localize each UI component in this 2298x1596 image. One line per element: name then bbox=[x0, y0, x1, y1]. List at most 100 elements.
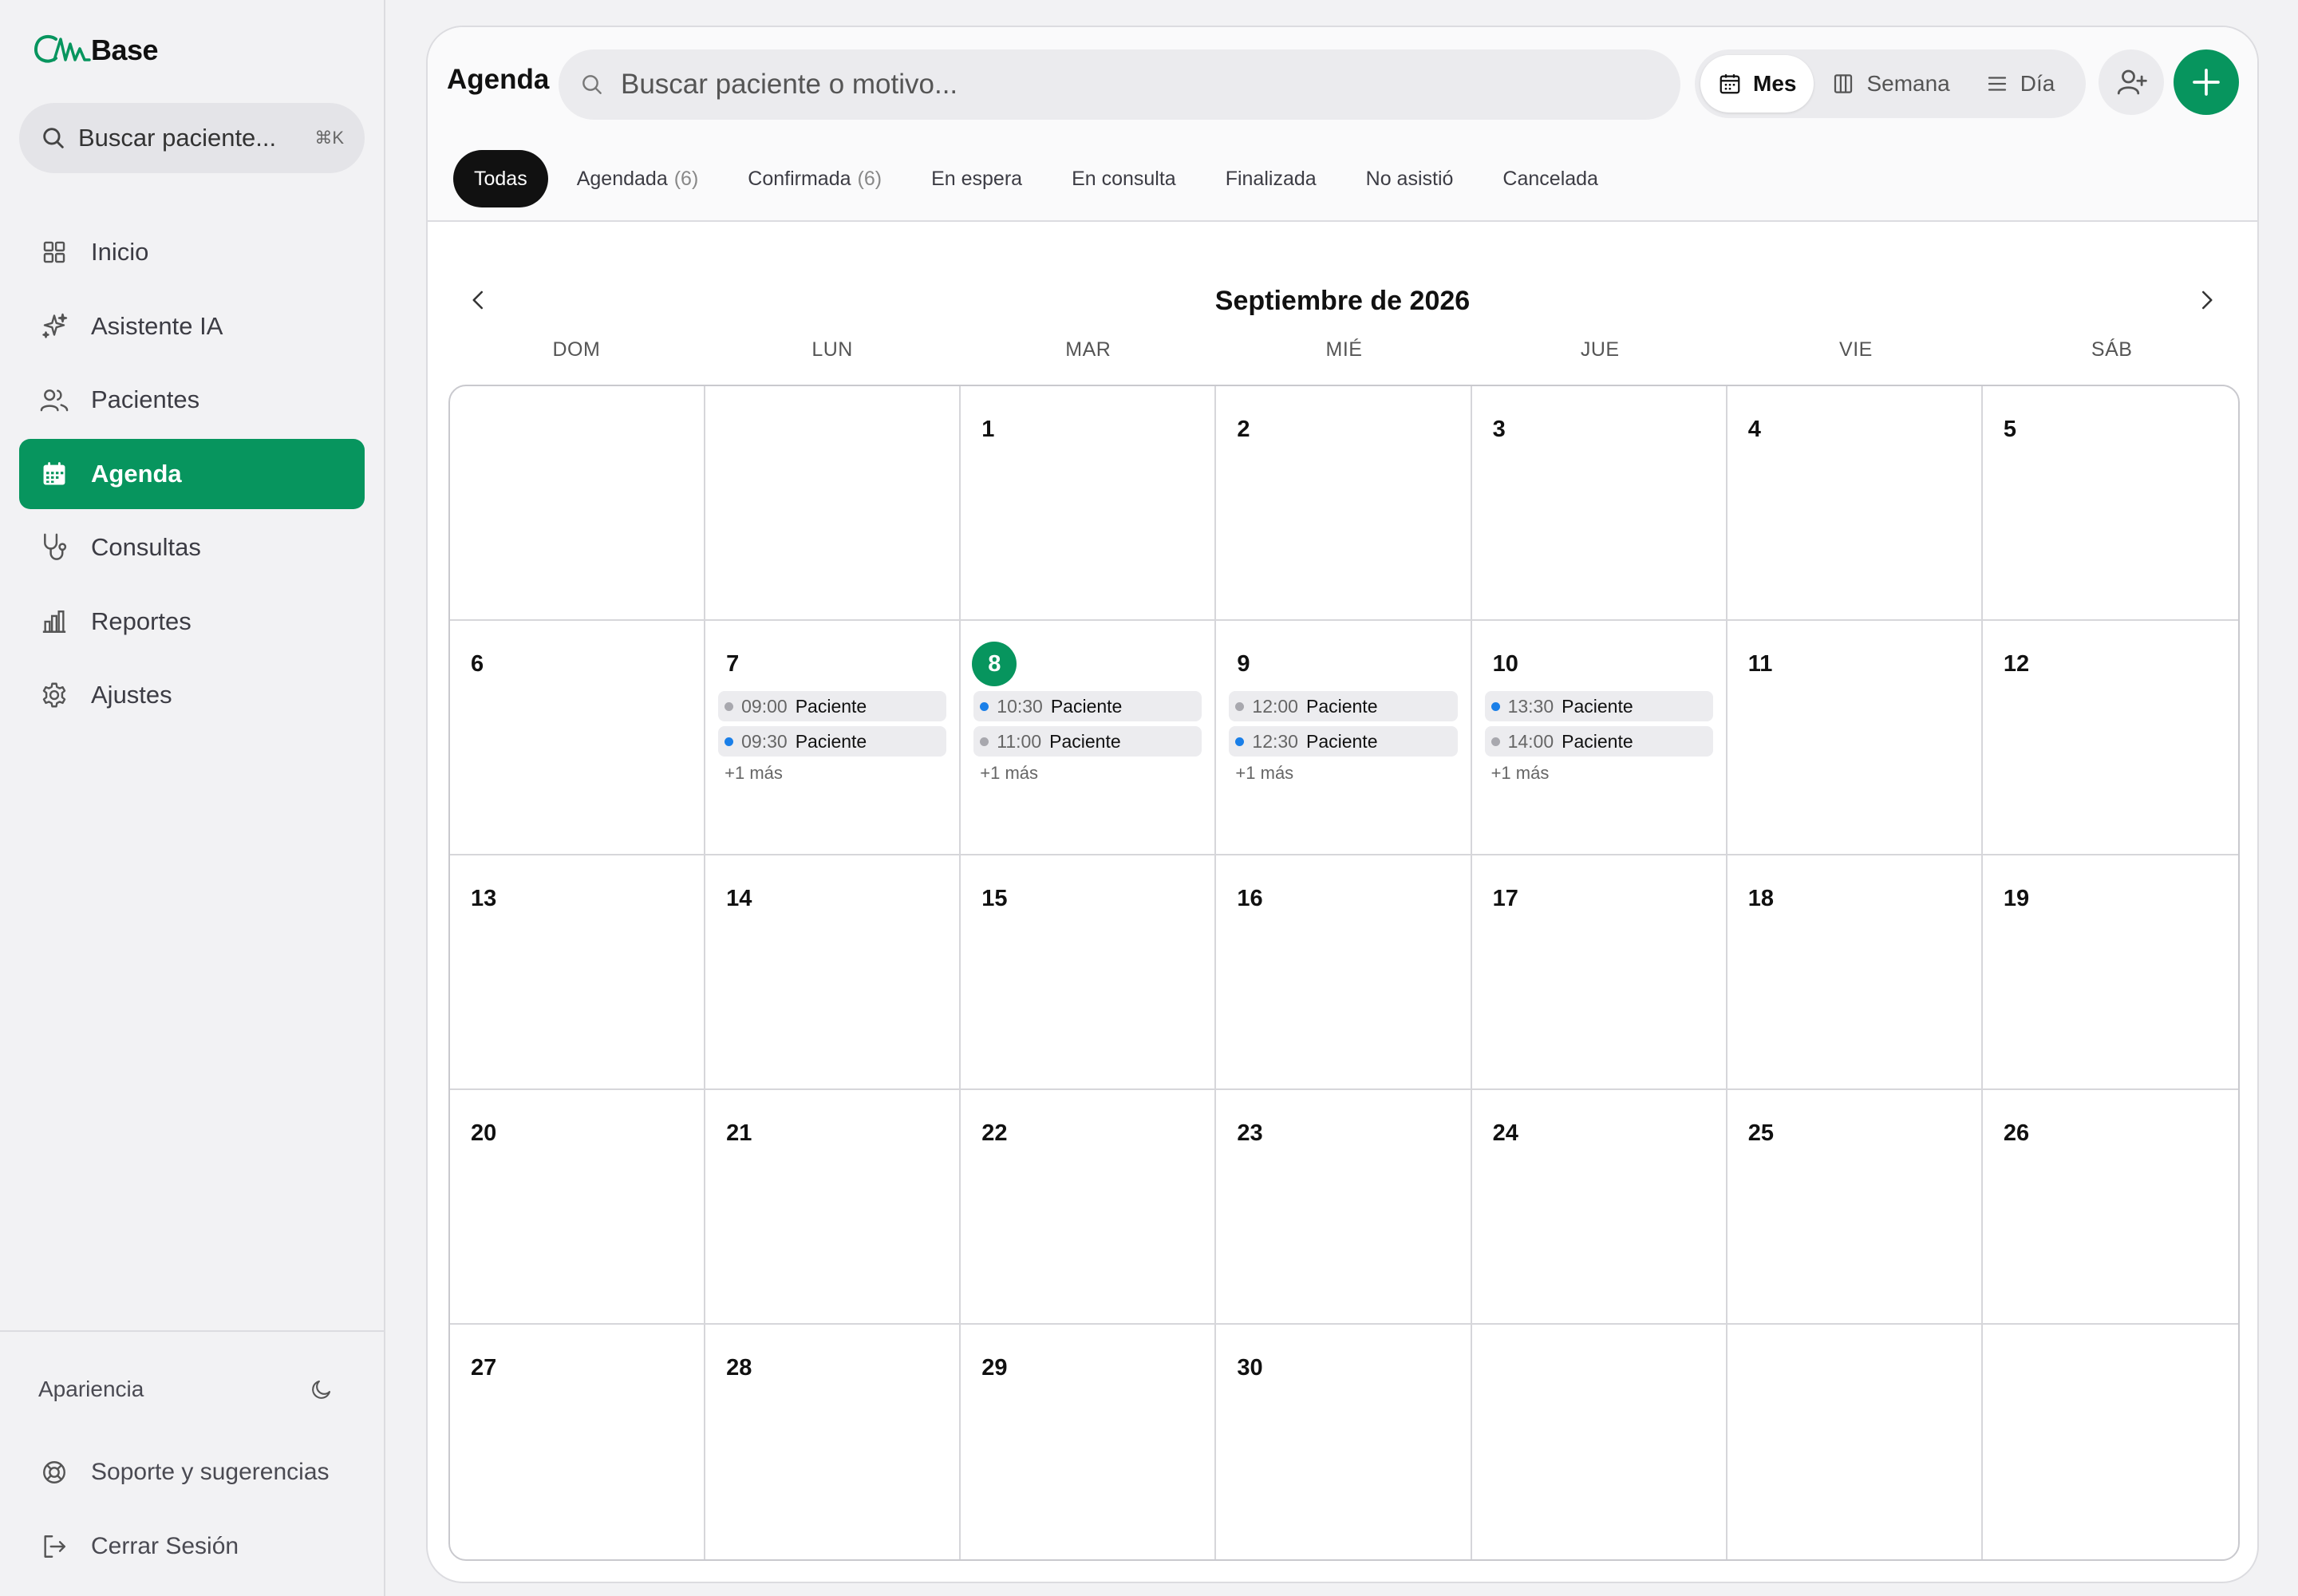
day-cell[interactable]: 8 10:30 Paciente 11:00 Paciente +1 más bbox=[961, 621, 1217, 855]
day-cell[interactable]: 27 bbox=[450, 1325, 706, 1559]
day-cell[interactable]: 24 bbox=[1471, 1090, 1727, 1325]
app-logo[interactable]: Base bbox=[32, 30, 159, 70]
day-cell[interactable]: 20 bbox=[450, 1090, 706, 1325]
day-cell[interactable]: 17 bbox=[1471, 855, 1727, 1090]
sidebar-item-label: Asistente IA bbox=[91, 311, 223, 340]
weekday-label: VIE bbox=[1839, 338, 1873, 361]
weekday-label: MIÉ bbox=[1325, 338, 1363, 361]
appointment-chip[interactable]: 14:00 Paciente bbox=[1484, 726, 1713, 757]
day-number-text: 29 bbox=[981, 1354, 1008, 1381]
day-cell[interactable]: 16 bbox=[1216, 855, 1472, 1090]
agenda-search-input[interactable] bbox=[621, 69, 1658, 101]
sidebar-item-agenda[interactable]: Agenda bbox=[19, 438, 365, 509]
day-cell[interactable]: 22 bbox=[961, 1090, 1217, 1325]
sidebar-item-consultas[interactable]: Consultas bbox=[19, 512, 365, 583]
filter-label: En espera bbox=[931, 167, 1023, 190]
day-cell[interactable]: 9 12:00 Paciente 12:30 Paciente +1 más bbox=[1216, 621, 1472, 855]
day-number-text: 11 bbox=[1747, 650, 1773, 677]
next-month-button[interactable] bbox=[2190, 284, 2222, 316]
appointment-patient: Paciente bbox=[1305, 730, 1378, 752]
appointment-time: 09:30 bbox=[741, 730, 788, 752]
moon-icon[interactable] bbox=[310, 1377, 334, 1401]
sidebar-item-inicio[interactable]: Inicio bbox=[19, 217, 365, 287]
day-cell[interactable]: 7 09:00 Paciente 09:30 Paciente +1 más bbox=[705, 621, 961, 855]
day-number: 9 bbox=[1229, 642, 1457, 686]
day-number-text: 8 bbox=[972, 642, 1017, 686]
appointment-patient: Paciente bbox=[1562, 695, 1633, 717]
day-number-text: 5 bbox=[2003, 416, 2016, 442]
filter-en-consulta[interactable]: En consulta bbox=[1051, 150, 1197, 207]
day-cell[interactable]: 14 bbox=[705, 855, 961, 1090]
columns-icon bbox=[1834, 74, 1853, 93]
day-cell[interactable]: 15 bbox=[961, 855, 1217, 1090]
day-cell[interactable]: 10 13:30 Paciente 14:00 Paciente +1 más bbox=[1471, 621, 1727, 855]
filter-agendada[interactable]: Agendada (6) bbox=[556, 150, 720, 207]
day-cell[interactable]: 11 bbox=[1727, 621, 1983, 855]
day-cell[interactable]: 4 bbox=[1727, 386, 1983, 621]
appointment-chip[interactable]: 12:30 Paciente bbox=[1229, 726, 1458, 757]
appointment-chip[interactable]: 09:00 Paciente bbox=[718, 691, 947, 721]
add-patient-button[interactable] bbox=[2099, 49, 2164, 115]
grid-icon bbox=[38, 236, 70, 268]
filter-en-espera[interactable]: En espera bbox=[910, 150, 1043, 207]
weekday-header: DOM LUN MAR MIÉ JUE VIE SÁB bbox=[448, 338, 2240, 361]
day-number-text: 19 bbox=[2003, 885, 2030, 911]
plus-icon bbox=[2193, 69, 2220, 96]
filter-cancelada[interactable]: Cancelada bbox=[1482, 150, 1619, 207]
appearance-toggle[interactable]: Apariencia bbox=[38, 1377, 334, 1402]
filter-finalizada[interactable]: Finalizada bbox=[1205, 150, 1337, 207]
view-month-button[interactable]: Mes bbox=[1700, 55, 1814, 113]
day-cell[interactable]: 23 bbox=[1216, 1090, 1472, 1325]
filter-no-asistio[interactable]: No asistió bbox=[1345, 150, 1475, 207]
more-appointments-link[interactable]: +1 más bbox=[973, 763, 1202, 784]
sidebar-item-pacientes[interactable]: Pacientes bbox=[19, 365, 365, 435]
view-day-button[interactable]: Día bbox=[1968, 55, 2073, 113]
filter-count: (6) bbox=[857, 167, 882, 190]
day-cell[interactable]: 21 bbox=[705, 1090, 961, 1325]
view-week-button[interactable]: Semana bbox=[1814, 55, 1967, 113]
more-appointments-link[interactable]: +1 más bbox=[718, 763, 946, 784]
day-number: 22 bbox=[973, 1111, 1202, 1156]
more-appointments-link[interactable]: +1 más bbox=[1485, 763, 1713, 784]
appointment-chip[interactable]: 11:00 Paciente bbox=[973, 726, 1202, 757]
day-number-text: 25 bbox=[1747, 1120, 1774, 1146]
sidebar-item-ajustes[interactable]: Ajustes bbox=[19, 660, 365, 730]
day-cell[interactable]: 18 bbox=[1727, 855, 1983, 1090]
more-appointments-link[interactable]: +1 más bbox=[1229, 763, 1457, 784]
day-number: 28 bbox=[718, 1345, 946, 1390]
support-label: Soporte y sugerencias bbox=[91, 1459, 330, 1485]
sidebar-item-asistente-ia[interactable]: Asistente IA bbox=[19, 291, 365, 361]
sidebar-search-input[interactable]: Buscar paciente... ⌘K bbox=[19, 103, 365, 173]
status-filters: Todas Agendada (6) Confirmada (6) En esper… bbox=[453, 150, 1627, 207]
filter-confirmada[interactable]: Confirmada (6) bbox=[727, 150, 902, 207]
day-cell[interactable]: 3 bbox=[1471, 386, 1727, 621]
day-cell[interactable]: 25 bbox=[1727, 1090, 1983, 1325]
day-cell[interactable]: 28 bbox=[705, 1325, 961, 1559]
appointment-chip[interactable]: 13:30 Paciente bbox=[1484, 691, 1713, 721]
appointment-patient: Paciente bbox=[1050, 695, 1123, 717]
appointment-chip[interactable]: 10:30 Paciente bbox=[973, 691, 1202, 721]
day-cell[interactable]: 13 bbox=[450, 855, 706, 1090]
day-cell[interactable]: 2 bbox=[1216, 386, 1472, 621]
sidebar-item-reportes[interactable]: Reportes bbox=[19, 587, 365, 657]
sidebar-item-label: Ajustes bbox=[91, 681, 172, 709]
day-cell[interactable]: 6 bbox=[450, 621, 706, 855]
month-grid: 1 2 3 4 5 6 7 09:00 Paciente 09:30 Paciente +1 más 8… bbox=[448, 385, 2240, 1561]
day-number: 30 bbox=[1229, 1345, 1457, 1390]
day-number: 24 bbox=[1485, 1111, 1713, 1156]
new-appointment-button[interactable] bbox=[2174, 49, 2239, 115]
day-cell[interactable]: 12 bbox=[1982, 621, 2238, 855]
logout-button[interactable]: Cerrar Sesión bbox=[38, 1531, 239, 1562]
filter-todas[interactable]: Todas bbox=[453, 150, 548, 207]
appointment-chip[interactable]: 12:00 Paciente bbox=[1229, 691, 1458, 721]
day-cell[interactable]: 19 bbox=[1982, 855, 2238, 1090]
day-cell[interactable]: 30 bbox=[1216, 1325, 1472, 1559]
day-cell[interactable]: 29 bbox=[961, 1325, 1217, 1559]
day-cell[interactable]: 1 bbox=[961, 386, 1217, 621]
day-number-text: 7 bbox=[726, 650, 740, 677]
agenda-search[interactable] bbox=[559, 49, 1680, 120]
day-cell[interactable]: 5 bbox=[1982, 386, 2238, 621]
support-link[interactable]: Soporte y sugerencias bbox=[38, 1456, 330, 1488]
appointment-chip[interactable]: 09:30 Paciente bbox=[718, 726, 947, 757]
day-cell[interactable]: 26 bbox=[1982, 1090, 2238, 1325]
